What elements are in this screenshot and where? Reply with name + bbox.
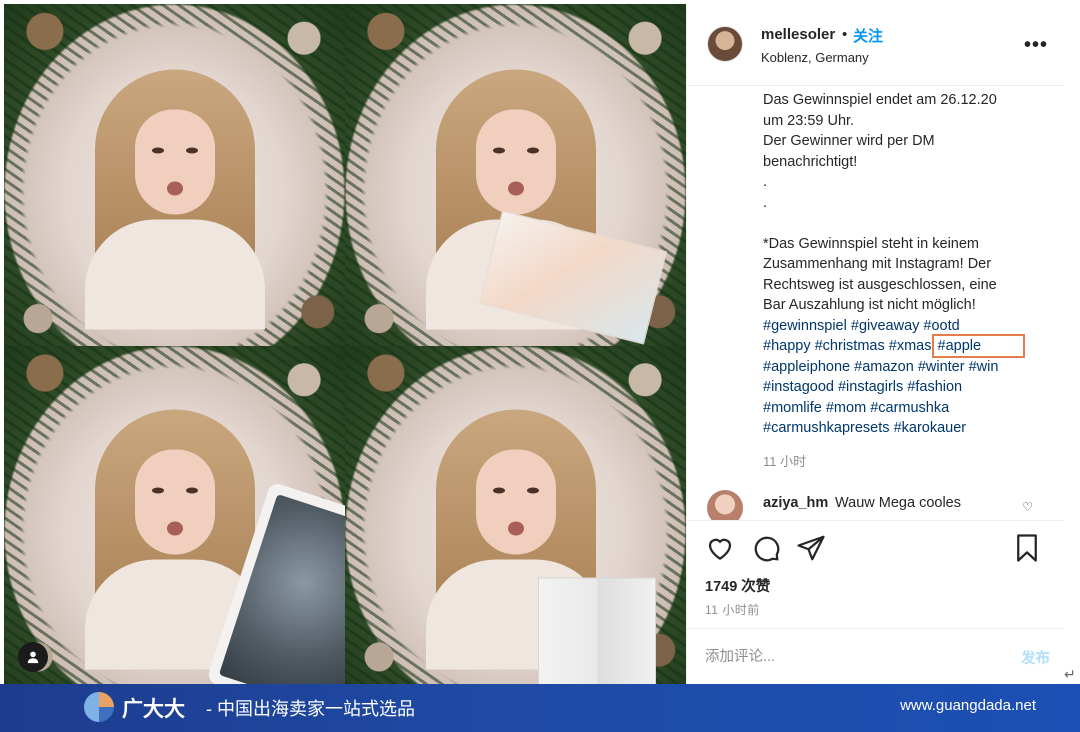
hashtag-link[interactable]: #giveaway	[851, 318, 920, 334]
hashtag-link[interactable]: #gewinnspiel	[763, 318, 847, 334]
add-comment-bar: 发布	[687, 628, 1064, 684]
comment-item: aziya_hm Wauw Mega cooles ♡	[707, 490, 1057, 520]
return-arrow-icon: ↵	[1064, 666, 1076, 682]
footer-banner: 广大大 - 中国出海卖家一站式选品 www.guangdada.net	[0, 684, 1080, 732]
username-link[interactable]: mellesoler	[761, 26, 835, 43]
photo-top-right	[345, 4, 686, 346]
hashtag-link[interactable]: #carmushka	[870, 400, 949, 416]
photo-bottom-right	[345, 346, 686, 684]
product-box	[537, 577, 656, 684]
comment-text: Wauw Mega cooles	[835, 495, 961, 511]
woman-figure	[84, 69, 265, 330]
photo-top-left	[4, 4, 345, 346]
caption-line: Bar Auszahlung ist nicht möglich!	[763, 297, 976, 313]
brand-logo-icon	[84, 692, 114, 722]
hashtag-link[interactable]: #win	[969, 359, 999, 375]
hashtag-link[interactable]: #karokauer	[894, 420, 967, 436]
hashtag-link[interactable]: #momlife	[763, 400, 822, 416]
woman-figure	[425, 409, 656, 684]
hashtag-line: #happy #christmas #xmas #apple	[763, 334, 1045, 358]
tagged-user-icon[interactable]	[18, 642, 48, 672]
post-header: mellesoler • 关注 Koblenz, Germany •••	[687, 4, 1064, 86]
hashtag-link[interactable]: #xmas	[889, 338, 932, 354]
caption-line: benachrichtigt!	[763, 153, 858, 170]
hashtag-link[interactable]: #happy	[763, 338, 811, 354]
heart-outline-icon[interactable]	[705, 533, 735, 563]
more-options-icon[interactable]: •••	[1024, 34, 1048, 57]
caption-line: .	[763, 174, 768, 190]
hashtag-link[interactable]: #ootd	[923, 318, 959, 334]
caption-line: *Das Gewinnspiel steht in keinem	[763, 235, 979, 252]
caption-line: Das Gewinnspiel endet am 26.12.20	[763, 92, 997, 108]
hashtag-link[interactable]: #instagood	[763, 379, 834, 395]
commenter-username[interactable]: aziya_hm	[763, 495, 828, 511]
hashtag-link[interactable]: #fashion	[907, 379, 962, 395]
caption-age: 11 小时	[763, 454, 807, 469]
woman-figure	[84, 409, 345, 684]
hashtag-link[interactable]: #carmushkapresets	[763, 420, 890, 436]
website-url[interactable]: www.guangdada.net	[900, 697, 1036, 714]
commenter-avatar[interactable]	[707, 490, 743, 520]
post-comment-button[interactable]: 发布	[1021, 647, 1050, 668]
brand-name: 广大大	[122, 698, 185, 721]
hashtag-line: #instagood #instagirls #fashion	[763, 377, 1045, 398]
post-detail-panel: mellesoler • 关注 Koblenz, Germany ••• Das…	[686, 4, 1064, 684]
hashtag-link[interactable]: #mom	[826, 400, 866, 416]
hashtag-link[interactable]: #instagirls	[838, 379, 903, 395]
action-bar: 1749 次赞 11 小时前	[687, 520, 1064, 628]
hashtag-line: #momlife #mom #carmushka	[763, 398, 1045, 419]
comment-bubble-icon[interactable]	[751, 533, 781, 563]
post-caption: Das Gewinnspiel endet am 26.12.20 um 23:…	[763, 90, 1045, 439]
post-image-collage[interactable]	[4, 4, 686, 684]
caption-line: Rechtsweg ist ausgeschlossen, eine	[763, 276, 997, 293]
post-timestamp: 11 小时前	[705, 603, 760, 617]
caption-line: um 23:59 Uhr.	[763, 112, 855, 129]
brand-slogan: - 中国出海卖家一站式选品	[206, 699, 415, 719]
follow-button[interactable]: 关注	[853, 25, 883, 46]
hashtag-line: #carmushkapresets #karokauer	[763, 418, 1045, 439]
hashtag-link[interactable]: #winter	[918, 359, 965, 375]
photo-bottom-left	[4, 346, 345, 684]
heart-outline-icon[interactable]: ♡	[1022, 500, 1033, 514]
highlighted-hashtag-apple[interactable]: #apple	[931, 334, 1026, 358]
woman-figure	[425, 69, 667, 345]
paper-plane-icon[interactable]	[796, 533, 826, 563]
comment-input[interactable]	[705, 643, 995, 671]
location-link[interactable]: Koblenz, Germany	[761, 50, 869, 65]
caption-line	[763, 213, 1045, 234]
bookmark-icon[interactable]	[1012, 533, 1042, 563]
caption-line: .	[763, 194, 768, 211]
caption-line: Der Gewinner wird per DM	[763, 133, 935, 149]
caption-line: Zusammenhang mit Instagram! Der	[763, 256, 992, 272]
hashtag-line: #gewinnspiel #giveaway #ootd	[763, 316, 1045, 337]
avatar[interactable]	[707, 26, 743, 62]
hashtag-link[interactable]: #amazon	[854, 359, 914, 375]
hashtag-link[interactable]: #appleiphone	[763, 359, 850, 375]
hashtag-line: #appleiphone #amazon #winter #win	[763, 357, 1045, 378]
likes-count[interactable]: 1749 次赞	[705, 575, 770, 596]
hashtag-link[interactable]: #christmas	[815, 338, 885, 354]
separator-dot: •	[842, 26, 848, 43]
